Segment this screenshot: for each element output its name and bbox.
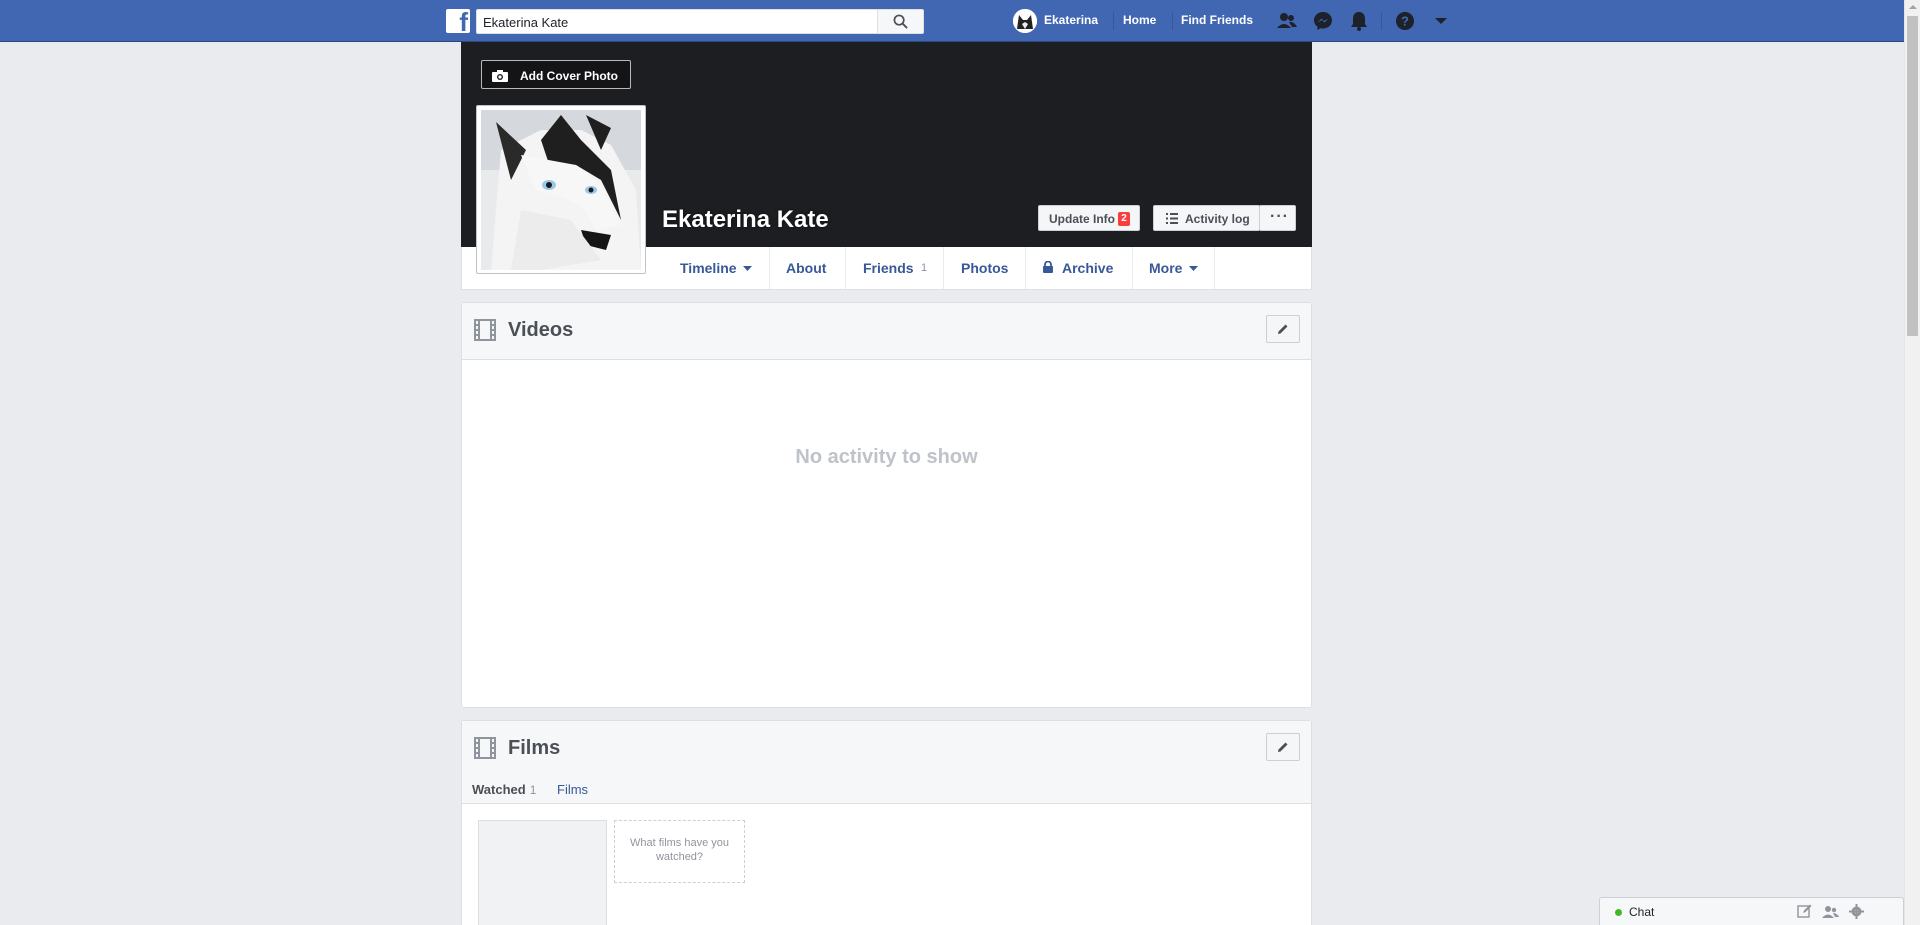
profile-picture-image — [481, 110, 641, 270]
tab-timeline[interactable]: Timeline — [662, 247, 770, 289]
profile-picture[interactable] — [476, 105, 646, 274]
films-title: Films — [508, 737, 561, 759]
tab-friends-label: Friends — [863, 260, 914, 276]
lock-icon — [1043, 261, 1053, 273]
nav-find-friends-link[interactable]: Find Friends — [1181, 13, 1253, 27]
films-watched-count: 1 — [529, 783, 537, 797]
search-bar — [476, 9, 924, 34]
films-subtab-films[interactable]: Films — [557, 782, 588, 797]
films-section: Films Watched 1 Films What films have you… — [461, 720, 1312, 925]
update-info-label: Update Info — [1049, 212, 1115, 226]
tab-more-label: More — [1149, 260, 1183, 276]
tab-more[interactable]: More — [1133, 247, 1215, 289]
page-scrollbar[interactable] — [1904, 0, 1920, 925]
films-add-prompt[interactable]: What films have you watched? — [614, 820, 745, 883]
activity-log-button[interactable]: Activity log — [1153, 205, 1260, 231]
tab-archive-label: Archive — [1062, 260, 1114, 276]
tab-archive[interactable]: Archive — [1026, 247, 1133, 289]
friends-count: 1 — [921, 262, 928, 274]
notifications-bell-icon[interactable] — [1348, 10, 1370, 32]
profile-name: Ekaterina Kate — [662, 206, 829, 233]
activity-log-label: Activity log — [1185, 212, 1250, 226]
nav-user-name: Ekaterina — [1044, 13, 1099, 27]
nav-divider — [1113, 12, 1114, 30]
more-options-button[interactable]: ··· — [1259, 205, 1296, 231]
tab-timeline-label: Timeline — [680, 260, 737, 276]
messenger-icon[interactable] — [1312, 10, 1334, 32]
facebook-logo-icon[interactable]: f — [446, 9, 470, 35]
online-status-dot — [1615, 909, 1622, 916]
caret-down-icon — [1189, 266, 1198, 271]
chat-label: Chat — [1629, 905, 1655, 919]
edit-films-button[interactable] — [1266, 733, 1300, 761]
tab-photos-label: Photos — [961, 260, 1009, 276]
tab-friends[interactable]: Friends 1 — [846, 247, 944, 289]
videos-section: Videos No activity to show — [461, 302, 1312, 708]
chat-settings-gear-icon[interactable] — [1849, 904, 1864, 919]
camera-icon — [492, 70, 508, 82]
videos-empty-message: No activity to show — [795, 446, 978, 468]
films-subtab-watched[interactable]: Watched 1 — [472, 782, 536, 797]
pencil-icon — [1278, 324, 1288, 334]
tab-photos[interactable]: Photos — [944, 247, 1026, 289]
chat-bar[interactable]: Chat — [1599, 897, 1904, 925]
nav-home-link[interactable]: Home — [1123, 13, 1156, 27]
film-poster-placeholder[interactable] — [478, 820, 607, 925]
account-menu-dropdown-icon[interactable] — [1430, 10, 1452, 32]
update-info-button[interactable]: Update Info 2 — [1038, 205, 1140, 231]
search-input[interactable] — [483, 13, 873, 31]
nav-divider — [1381, 12, 1382, 30]
scroll-up-arrow-icon[interactable] — [1909, 5, 1917, 9]
videos-header: Videos — [462, 303, 1311, 360]
films-subtab-watched-label: Watched — [472, 782, 526, 797]
nav-divider — [1172, 12, 1173, 30]
avatar — [1013, 9, 1037, 33]
tab-about[interactable]: About — [770, 247, 846, 289]
add-cover-photo-label: Add Cover Photo — [520, 69, 618, 83]
svg-text:?: ? — [1401, 14, 1409, 29]
film-strip-icon — [474, 737, 496, 759]
update-info-badge: 2 — [1118, 212, 1130, 226]
create-group-icon[interactable] — [1822, 904, 1839, 919]
edit-videos-button[interactable] — [1266, 315, 1300, 343]
top-navigation-bar: f Ekaterina Home Find Friends ? — [0, 0, 1904, 42]
friend-requests-icon[interactable] — [1276, 10, 1298, 32]
search-icon — [893, 14, 908, 29]
search-button[interactable] — [877, 10, 923, 33]
films-header: Films Watched 1 Films — [462, 721, 1311, 804]
videos-title: Videos — [508, 319, 574, 341]
pencil-icon — [1278, 742, 1288, 752]
more-options-icon: ··· — [1270, 208, 1289, 225]
new-message-icon[interactable] — [1797, 904, 1812, 919]
tab-about-label: About — [786, 260, 827, 276]
help-icon[interactable]: ? — [1394, 10, 1416, 32]
caret-down-icon — [743, 266, 752, 271]
list-icon — [1166, 213, 1178, 224]
scrollbar-thumb[interactable] — [1907, 16, 1918, 336]
film-strip-icon — [474, 319, 496, 341]
add-cover-photo-button[interactable]: Add Cover Photo — [481, 60, 631, 89]
